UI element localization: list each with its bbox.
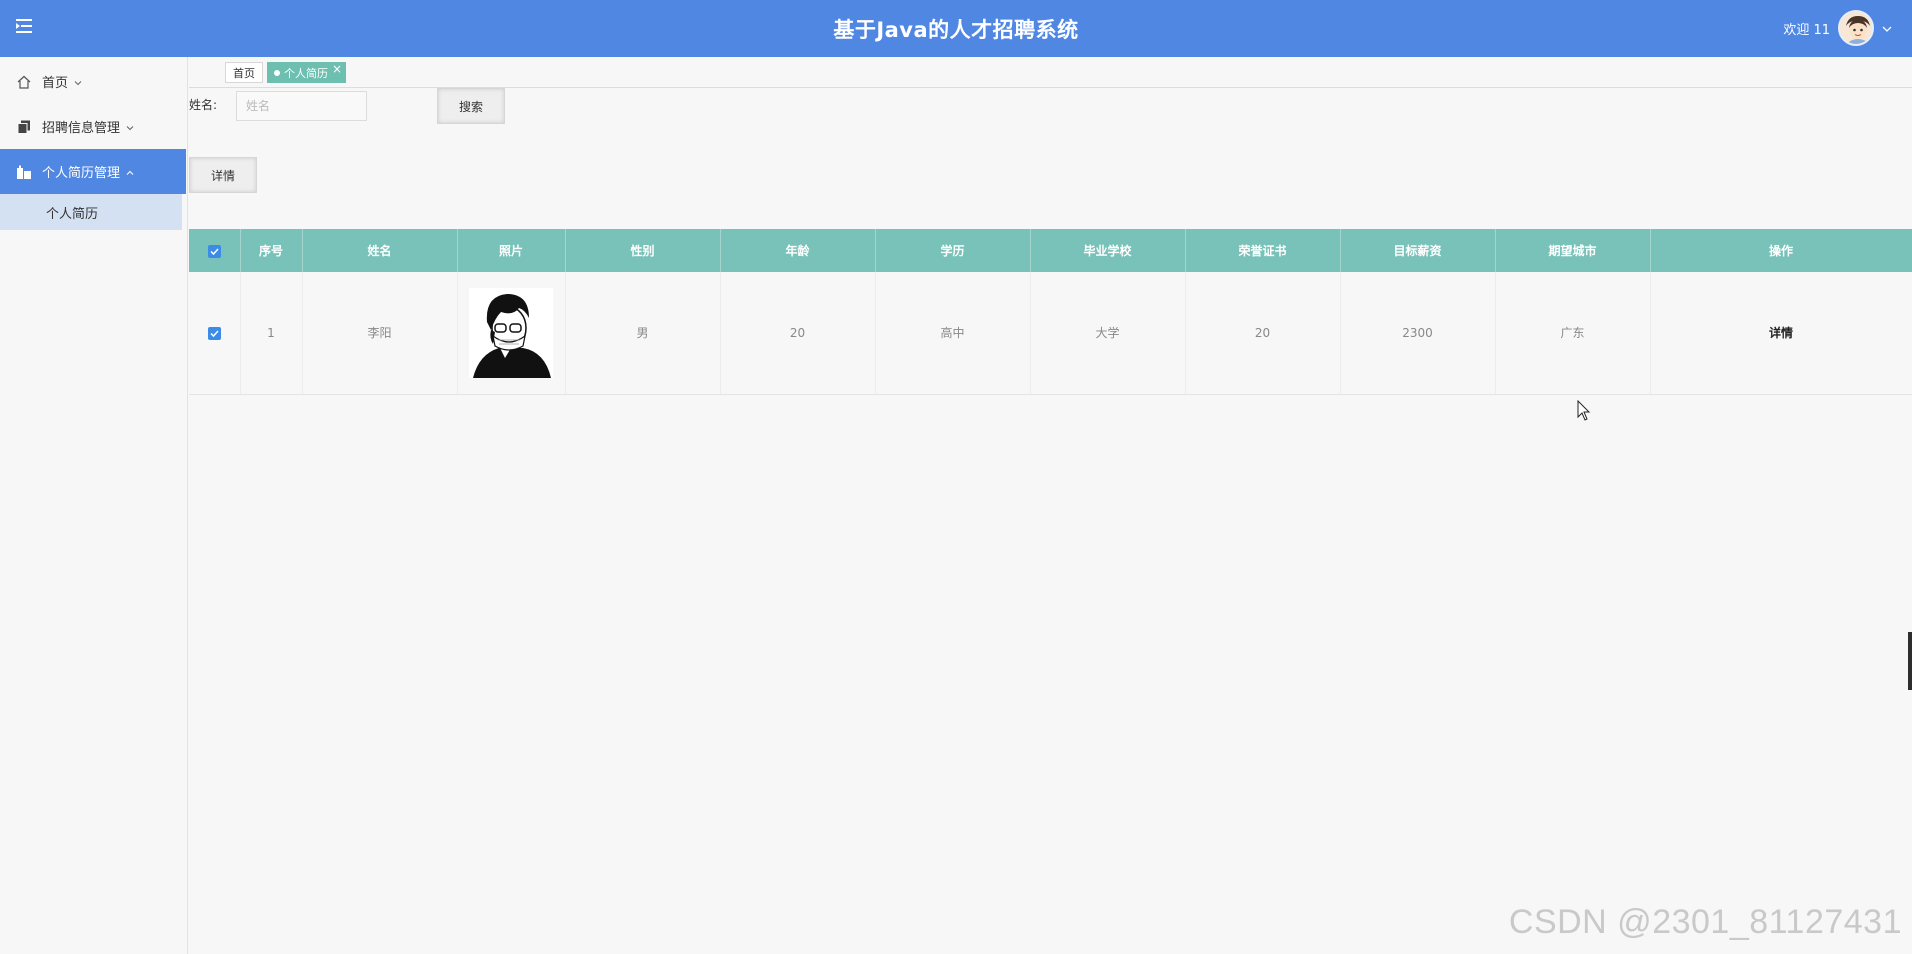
column-header: 序号 xyxy=(240,229,303,272)
sidebar-item-resume-management[interactable]: 个人简历管理 xyxy=(0,149,186,194)
sidebar-item-home[interactable]: 首页 xyxy=(0,59,187,104)
cell-name: 李阳 xyxy=(302,272,458,395)
sidebar: 首页 招聘信息管理 个人简历管理 个人简历 xyxy=(0,57,188,954)
cell-education: 高中 xyxy=(875,272,1031,395)
watermark-text: CSDN @2301_81127431 xyxy=(1508,903,1902,941)
welcome-text: 欢迎 11 xyxy=(1783,22,1830,38)
user-menu[interactable]: 欢迎 11 xyxy=(1783,8,1892,48)
cell-certificate: 20 xyxy=(1185,272,1341,395)
search-button[interactable]: 搜索 xyxy=(437,88,505,124)
documents-icon xyxy=(16,119,32,135)
column-header: 学历 xyxy=(875,229,1031,272)
close-icon[interactable]: × xyxy=(332,62,342,76)
top-header: 基于Java的人才招聘系统 欢迎 11 xyxy=(0,0,1912,57)
name-search-input[interactable] xyxy=(236,91,367,121)
row-detail-link[interactable]: 详情 xyxy=(1769,326,1793,340)
row-select-cell xyxy=(189,272,241,395)
sidebar-item-label: 个人简历管理 xyxy=(42,166,121,181)
chevron-down-icon[interactable] xyxy=(1882,23,1892,33)
chevron-down-icon xyxy=(125,122,135,132)
column-header: 期望城市 xyxy=(1495,229,1651,272)
tabs-bar: 首页 个人简历 × xyxy=(189,57,1912,88)
sidebar-item-recruitment[interactable]: 招聘信息管理 xyxy=(0,104,187,149)
home-icon xyxy=(16,74,32,90)
cell-age: 20 xyxy=(720,272,876,395)
tab-resume[interactable]: 个人简历 × xyxy=(267,62,346,83)
cell-action: 详情 xyxy=(1650,272,1912,395)
column-header: 毕业学校 xyxy=(1030,229,1186,272)
column-header: 性别 xyxy=(565,229,721,272)
column-header: 荣誉证书 xyxy=(1185,229,1341,272)
column-header: 年龄 xyxy=(720,229,876,272)
app-title: 基于Java的人才招聘系统 xyxy=(833,18,1079,42)
sidebar-item-label: 首页 xyxy=(42,76,69,91)
sidebar-item-label: 招聘信息管理 xyxy=(42,121,121,136)
cell-school: 大学 xyxy=(1030,272,1186,395)
sidebar-subitem-label: 个人简历 xyxy=(46,206,99,222)
detail-button[interactable]: 详情 xyxy=(189,157,257,193)
avatar-photo xyxy=(469,287,553,378)
user-avatar[interactable] xyxy=(1838,10,1874,46)
row-checkbox[interactable] xyxy=(207,326,221,340)
chevron-up-icon xyxy=(125,167,135,177)
table-row: 1 李阳 男 20 高中 大学 20 2300 广东 详情 xyxy=(189,272,1912,395)
scroll-handle[interactable] xyxy=(1908,632,1912,690)
select-all-cell xyxy=(189,229,241,272)
active-dot-icon xyxy=(274,69,280,76)
buildings-icon xyxy=(16,164,32,180)
table-header-row: 序号 姓名 照片 性别 年龄 学历 毕业学校 荣誉证书 目标薪资 期望城市 操作 xyxy=(189,229,1912,272)
column-header: 目标薪资 xyxy=(1340,229,1496,272)
chevron-down-icon xyxy=(73,77,83,87)
select-all-checkbox[interactable] xyxy=(207,244,221,258)
tab-home[interactable]: 首页 xyxy=(225,62,263,83)
resume-table: 序号 姓名 照片 性别 年龄 学历 毕业学校 荣誉证书 目标薪资 期望城市 操作… xyxy=(189,229,1912,395)
cell-city: 广东 xyxy=(1495,272,1651,395)
sidebar-subitem-resume[interactable]: 个人简历 xyxy=(0,194,182,230)
tab-label: 个人简历 xyxy=(284,66,328,80)
column-header: 照片 xyxy=(457,229,566,272)
cell-index: 1 xyxy=(240,272,303,395)
search-label: 姓名: xyxy=(189,98,218,112)
cell-photo xyxy=(457,272,566,395)
column-header: 操作 xyxy=(1650,229,1912,272)
tab-label: 首页 xyxy=(233,66,255,80)
cell-salary: 2300 xyxy=(1340,272,1496,395)
cell-gender: 男 xyxy=(565,272,721,395)
mouse-cursor-icon xyxy=(1577,399,1591,426)
column-header: 姓名 xyxy=(302,229,458,272)
